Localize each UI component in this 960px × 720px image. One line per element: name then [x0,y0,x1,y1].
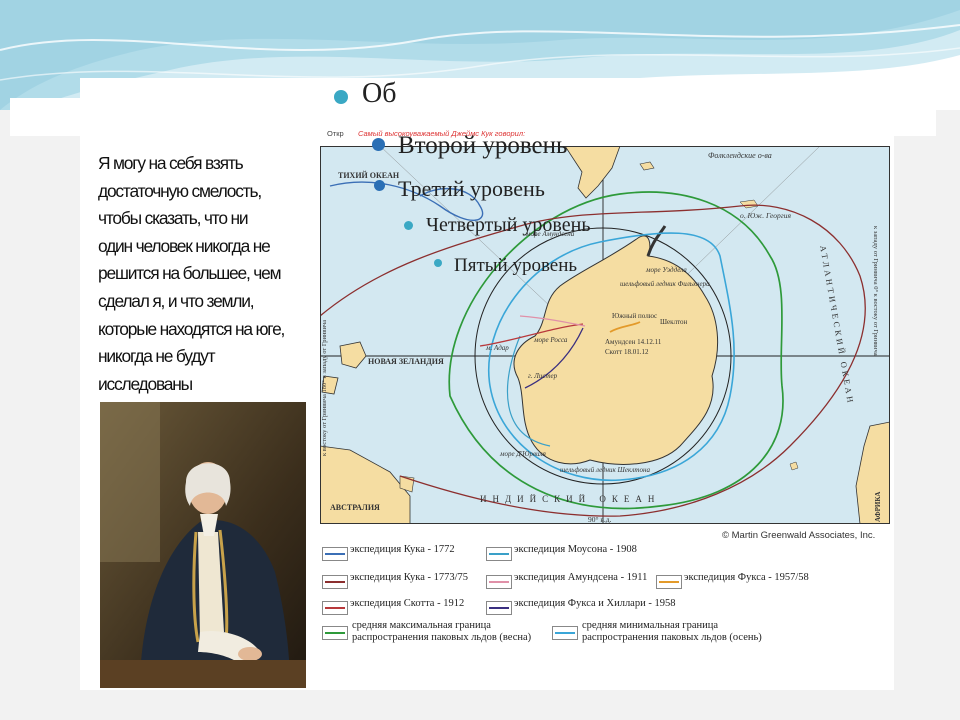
quote-line: один человек никогда не [98,235,271,256]
bullet-level2[interactable]: Второй уровень [398,132,567,160]
label-lister: г. Листер [528,372,558,380]
quote-line: решится на большее, чем [98,263,282,284]
label-adare: м. Адар [485,344,509,352]
label-scott-date: Скотт 18.01.12 [605,348,649,356]
quote-line: Я могу на себя взять [98,153,244,173]
label-africa: АФРИКА [874,492,882,522]
legend-label: экспедиция Кука - 1772 [350,544,455,555]
legend-label: экспедиция Фукса - 1957/58 [684,572,809,583]
legend-label: средняя максимальная граница [352,620,491,631]
bullet-level4-icon [404,221,413,230]
legend-label: экспедиция Фукса и Хиллари - 1958 [514,598,676,609]
antarctica-expeditions-map: ТИХИЙ ОКЕАН Фолклендские о-ва о. Юж. Гео… [320,146,890,524]
slide: Об ТИХИЙ ОКЕАН Фолклендские о-ва о. Юж. … [0,0,960,720]
label-new-zealand: НОВАЯ ЗЕЛАНДИЯ [368,357,444,366]
legend-label: экспедиция Кука - 1773/75 [350,572,469,583]
legend-label: экспедиция Моусона - 1908 [514,544,637,555]
label-amundsen-date: Амундсен 14.12.11 [605,338,662,346]
bullet-level3-icon [374,180,385,191]
legend-swatch-3 [489,581,509,583]
legend-label: средняя минимальная граница [582,620,719,631]
legend-swatch-7 [325,632,345,634]
legend-label: экспедиция Скотта - 1912 [350,598,465,609]
legend-label-2: распространения паковых льдов (весна) [352,632,532,643]
label-weddell-sea: море Уэддела [645,266,687,274]
legend-label: экспедиция Амундсена - 1911 [514,572,648,583]
label-shackleton-land: Шеклтон [660,318,688,326]
quote-line: никогда не будут [98,346,216,367]
label-west-side: к западу от Гринвича 0° к востоку от Гри… [872,226,879,356]
label-indian-ocean: ИНДИЙСКИЙ ОКЕАН [480,494,660,504]
label-90-east: 90° в.д. [588,515,612,524]
map-caption-left: Откр [327,129,344,138]
title-bullet-icon [334,90,348,104]
legend-swatch-8 [555,632,575,634]
legend-swatch-1 [489,553,509,555]
quote-line: достаточную смелость, [98,180,262,201]
label-ross-sea: море Росса [533,336,568,344]
quote-line: исследованы [98,373,193,394]
bullet-level5[interactable]: Пятый уровень [454,255,577,277]
legend-swatch-4 [659,581,679,583]
quote-line: сделал я, и что земли, [98,290,255,311]
label-south-georgia: о. Юж. Георгия [740,211,791,220]
map-credit: © Martin Greenwald Associates, Inc. [722,530,876,541]
label-shackleton-shelf: шельфовый ледник Шеклтона [560,466,650,474]
legend-swatch-2 [325,581,345,583]
label-south-pole: Южный полюс [612,312,657,320]
legend-swatch-5 [325,607,345,609]
bullet-level4[interactable]: Четвертый уровень [426,214,590,237]
slide-title[interactable]: Об [362,78,396,110]
label-filchner: шельфовый ледник Фильхнера [620,280,710,288]
cook-quote[interactable]: Я могу на себя взять достаточную смелост… [98,150,326,398]
quote-line: которые находятся на юге, [98,318,285,339]
bullet-level5-icon [434,259,442,267]
label-falkland: Фолклендские о-ва [708,151,772,160]
bullet-level2-icon [372,138,385,151]
label-pacific: ТИХИЙ ОКЕАН [338,171,400,180]
cook-portrait [100,402,306,688]
legend-swatch-6 [489,607,509,609]
label-dumont: море Д'Юрвиля [499,450,546,458]
legend-label-2: распространения паковых льдов (осень) [582,632,762,643]
quote-line: чтобы сказать, что ни [98,208,249,229]
label-australia: АВСТРАЛИЯ [330,503,380,512]
bullet-level3[interactable]: Третий уровень [398,176,545,202]
legend-swatch-0 [325,553,345,555]
